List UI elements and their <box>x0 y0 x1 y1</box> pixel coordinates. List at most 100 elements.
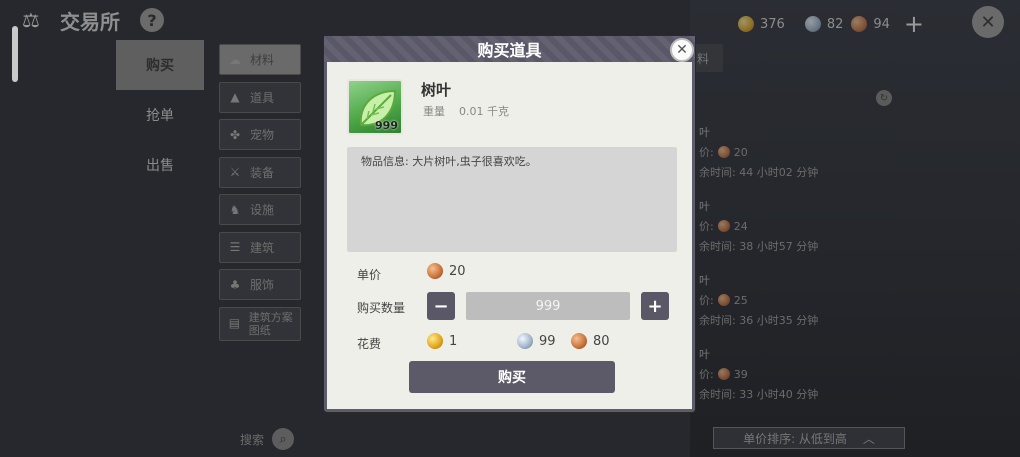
currency-bar: 376 82 94 + <box>738 10 924 38</box>
cost-gold-value: 1 <box>449 333 458 349</box>
category-facilities[interactable]: ♞ 设施 <box>219 194 301 225</box>
listing-price-value: 24 <box>733 219 748 233</box>
anvil-icon: ♞ <box>229 202 241 217</box>
buy-button[interactable]: 购买 <box>409 361 615 393</box>
listing-name: 叶 <box>699 274 710 287</box>
tab-label: 料 <box>697 51 710 66</box>
listing-name: 叶 <box>699 348 710 361</box>
cost-silver-value: 99 <box>539 333 556 349</box>
category-label: 设施 <box>250 203 275 217</box>
bronze-amount: 94 <box>873 16 890 32</box>
leaf-icon: ☁ <box>229 52 241 67</box>
listing-price: 价: 25 <box>699 292 748 308</box>
bronze-coin-icon <box>851 16 868 32</box>
dialog-header: 购买道具 <box>324 36 695 62</box>
search-label: 搜索 <box>240 432 265 447</box>
gold-coin-icon <box>738 16 754 32</box>
scale-icon: ⚖ <box>22 8 40 32</box>
buy-button-label: 购买 <box>498 370 526 386</box>
increase-quantity-button[interactable]: + <box>641 292 669 320</box>
blueprint-icon: ▤ <box>228 316 241 330</box>
refresh-icon[interactable]: ↻ <box>876 90 892 106</box>
category-blueprints[interactable]: ▤ 建筑方案图纸 <box>219 306 301 341</box>
listing-price-label: 价: <box>699 220 714 233</box>
nav-sell-label: 出售 <box>146 158 174 174</box>
category-props[interactable]: ▲ 道具 <box>219 81 301 113</box>
sort-button[interactable]: 单价排序: 从低到高 ︿ <box>713 427 905 449</box>
bronze-coin-icon <box>717 294 730 306</box>
cost-label: 花费 <box>357 337 382 351</box>
paw-icon: ✤ <box>229 127 241 142</box>
item-quantity-badge: 999 <box>375 119 398 132</box>
listing-price: 价: 39 <box>699 366 748 382</box>
help-icon[interactable]: ? <box>140 8 164 32</box>
purchase-dialog: 购买道具 ✕ 999 树叶 重量 0.01 千克 物品信息: 大片树叶,虫子很喜… <box>324 36 695 412</box>
listing-price: 价: 24 <box>699 218 748 234</box>
shirt-icon: ♣ <box>229 277 241 292</box>
decrease-quantity-button[interactable]: − <box>427 292 455 320</box>
list-item[interactable]: 叶 价: 24 余时间: 38 小时57 分钟 <box>693 192 895 260</box>
weight-value: 0.01 千克 <box>459 105 509 118</box>
listing-name: 叶 <box>699 200 710 213</box>
category-list: ☁ 材料 ▲ 道具 ✤ 宠物 ⚔ 装备 ♞ 设施 ☰ 建筑 ♣ 服饰 ▤ 建筑方案图纸 <box>219 44 301 347</box>
nav-buy-label: 购买 <box>146 58 174 74</box>
flask-icon: ▲ <box>230 90 240 104</box>
list-item[interactable]: 叶 价: 39 余时间: 33 小时40 分钟 <box>693 340 895 408</box>
cost-bronze: 80 <box>571 333 610 349</box>
category-buildings[interactable]: ☰ 建筑 <box>219 231 301 263</box>
category-label: 材料 <box>250 53 275 67</box>
item-weight: 重量 0.01 千克 <box>423 103 509 119</box>
listing-time: 余时间: 44 小时02 分钟 <box>699 166 819 179</box>
sort-label: 单价排序: 从低到高 <box>743 431 847 446</box>
cost-silver: 99 <box>517 333 556 349</box>
listing-price-label: 价: <box>699 368 714 381</box>
listing-price-value: 39 <box>733 367 748 381</box>
nav-buy[interactable]: 购买 <box>116 40 204 90</box>
listing-name: 叶 <box>699 126 710 139</box>
category-clothing[interactable]: ♣ 服饰 <box>219 269 301 300</box>
category-label: 建筑 <box>250 240 275 255</box>
silver-coin-icon <box>517 333 533 349</box>
silver-coin-icon <box>804 16 821 32</box>
nav-grab-order[interactable]: 抢单 <box>116 90 204 140</box>
tab-materials[interactable]: 料 <box>693 44 723 72</box>
listing-price-value: 20 <box>733 145 748 159</box>
category-label: 建筑方案图纸 <box>248 310 293 337</box>
bronze-coin-icon <box>717 146 730 158</box>
category-label: 道具 <box>250 90 275 105</box>
scrollbar[interactable] <box>12 26 18 82</box>
list-item[interactable]: 叶 价: 20 余时间: 44 小时02 分钟 <box>693 118 895 186</box>
nav-grab-label: 抢单 <box>146 108 174 124</box>
add-currency-button[interactable]: + <box>904 10 924 38</box>
bronze-coin-icon <box>427 263 443 279</box>
nav-sell[interactable]: 出售 <box>116 140 204 190</box>
item-thumbnail: 999 <box>347 79 403 135</box>
category-equipment[interactable]: ⚔ 装备 <box>219 156 301 188</box>
gold-amount: 376 <box>760 16 785 32</box>
listing-time: 余时间: 38 小时57 分钟 <box>699 240 819 253</box>
close-icon[interactable]: ✕ <box>670 38 694 62</box>
building-icon: ☰ <box>229 240 241 254</box>
chevron-up-icon: ︿ <box>862 431 875 446</box>
gold-coin-icon <box>427 333 443 349</box>
quantity-label: 购买数量 <box>357 301 406 315</box>
bronze-coin-icon <box>717 220 730 232</box>
main-nav: 购买 抢单 出售 <box>116 40 204 190</box>
description-text: 物品信息: 大片树叶,虫子很喜欢吃。 <box>361 155 537 168</box>
exchange-header: ⚖ 交易所 ? <box>22 6 164 34</box>
bronze-coin-icon <box>717 368 730 380</box>
category-materials[interactable]: ☁ 材料 <box>219 44 301 75</box>
category-pets[interactable]: ✤ 宠物 <box>219 119 301 150</box>
unit-price-label: 单价 <box>357 268 382 282</box>
listing-price: 价: 20 <box>699 144 748 160</box>
search-icon[interactable]: ⌕ <box>272 428 295 450</box>
weight-label: 重量 <box>423 105 445 118</box>
category-label: 装备 <box>250 165 275 180</box>
sword-icon: ⚔ <box>229 165 241 179</box>
item-description: 物品信息: 大片树叶,虫子很喜欢吃。 <box>347 147 677 252</box>
close-icon[interactable]: ✕ <box>972 6 1004 38</box>
unit-price-value: 20 <box>449 263 466 279</box>
quantity-input[interactable] <box>466 292 630 320</box>
list-item[interactable]: 叶 价: 25 余时间: 36 小时35 分钟 <box>693 266 895 334</box>
unit-price: 20 <box>427 263 466 279</box>
